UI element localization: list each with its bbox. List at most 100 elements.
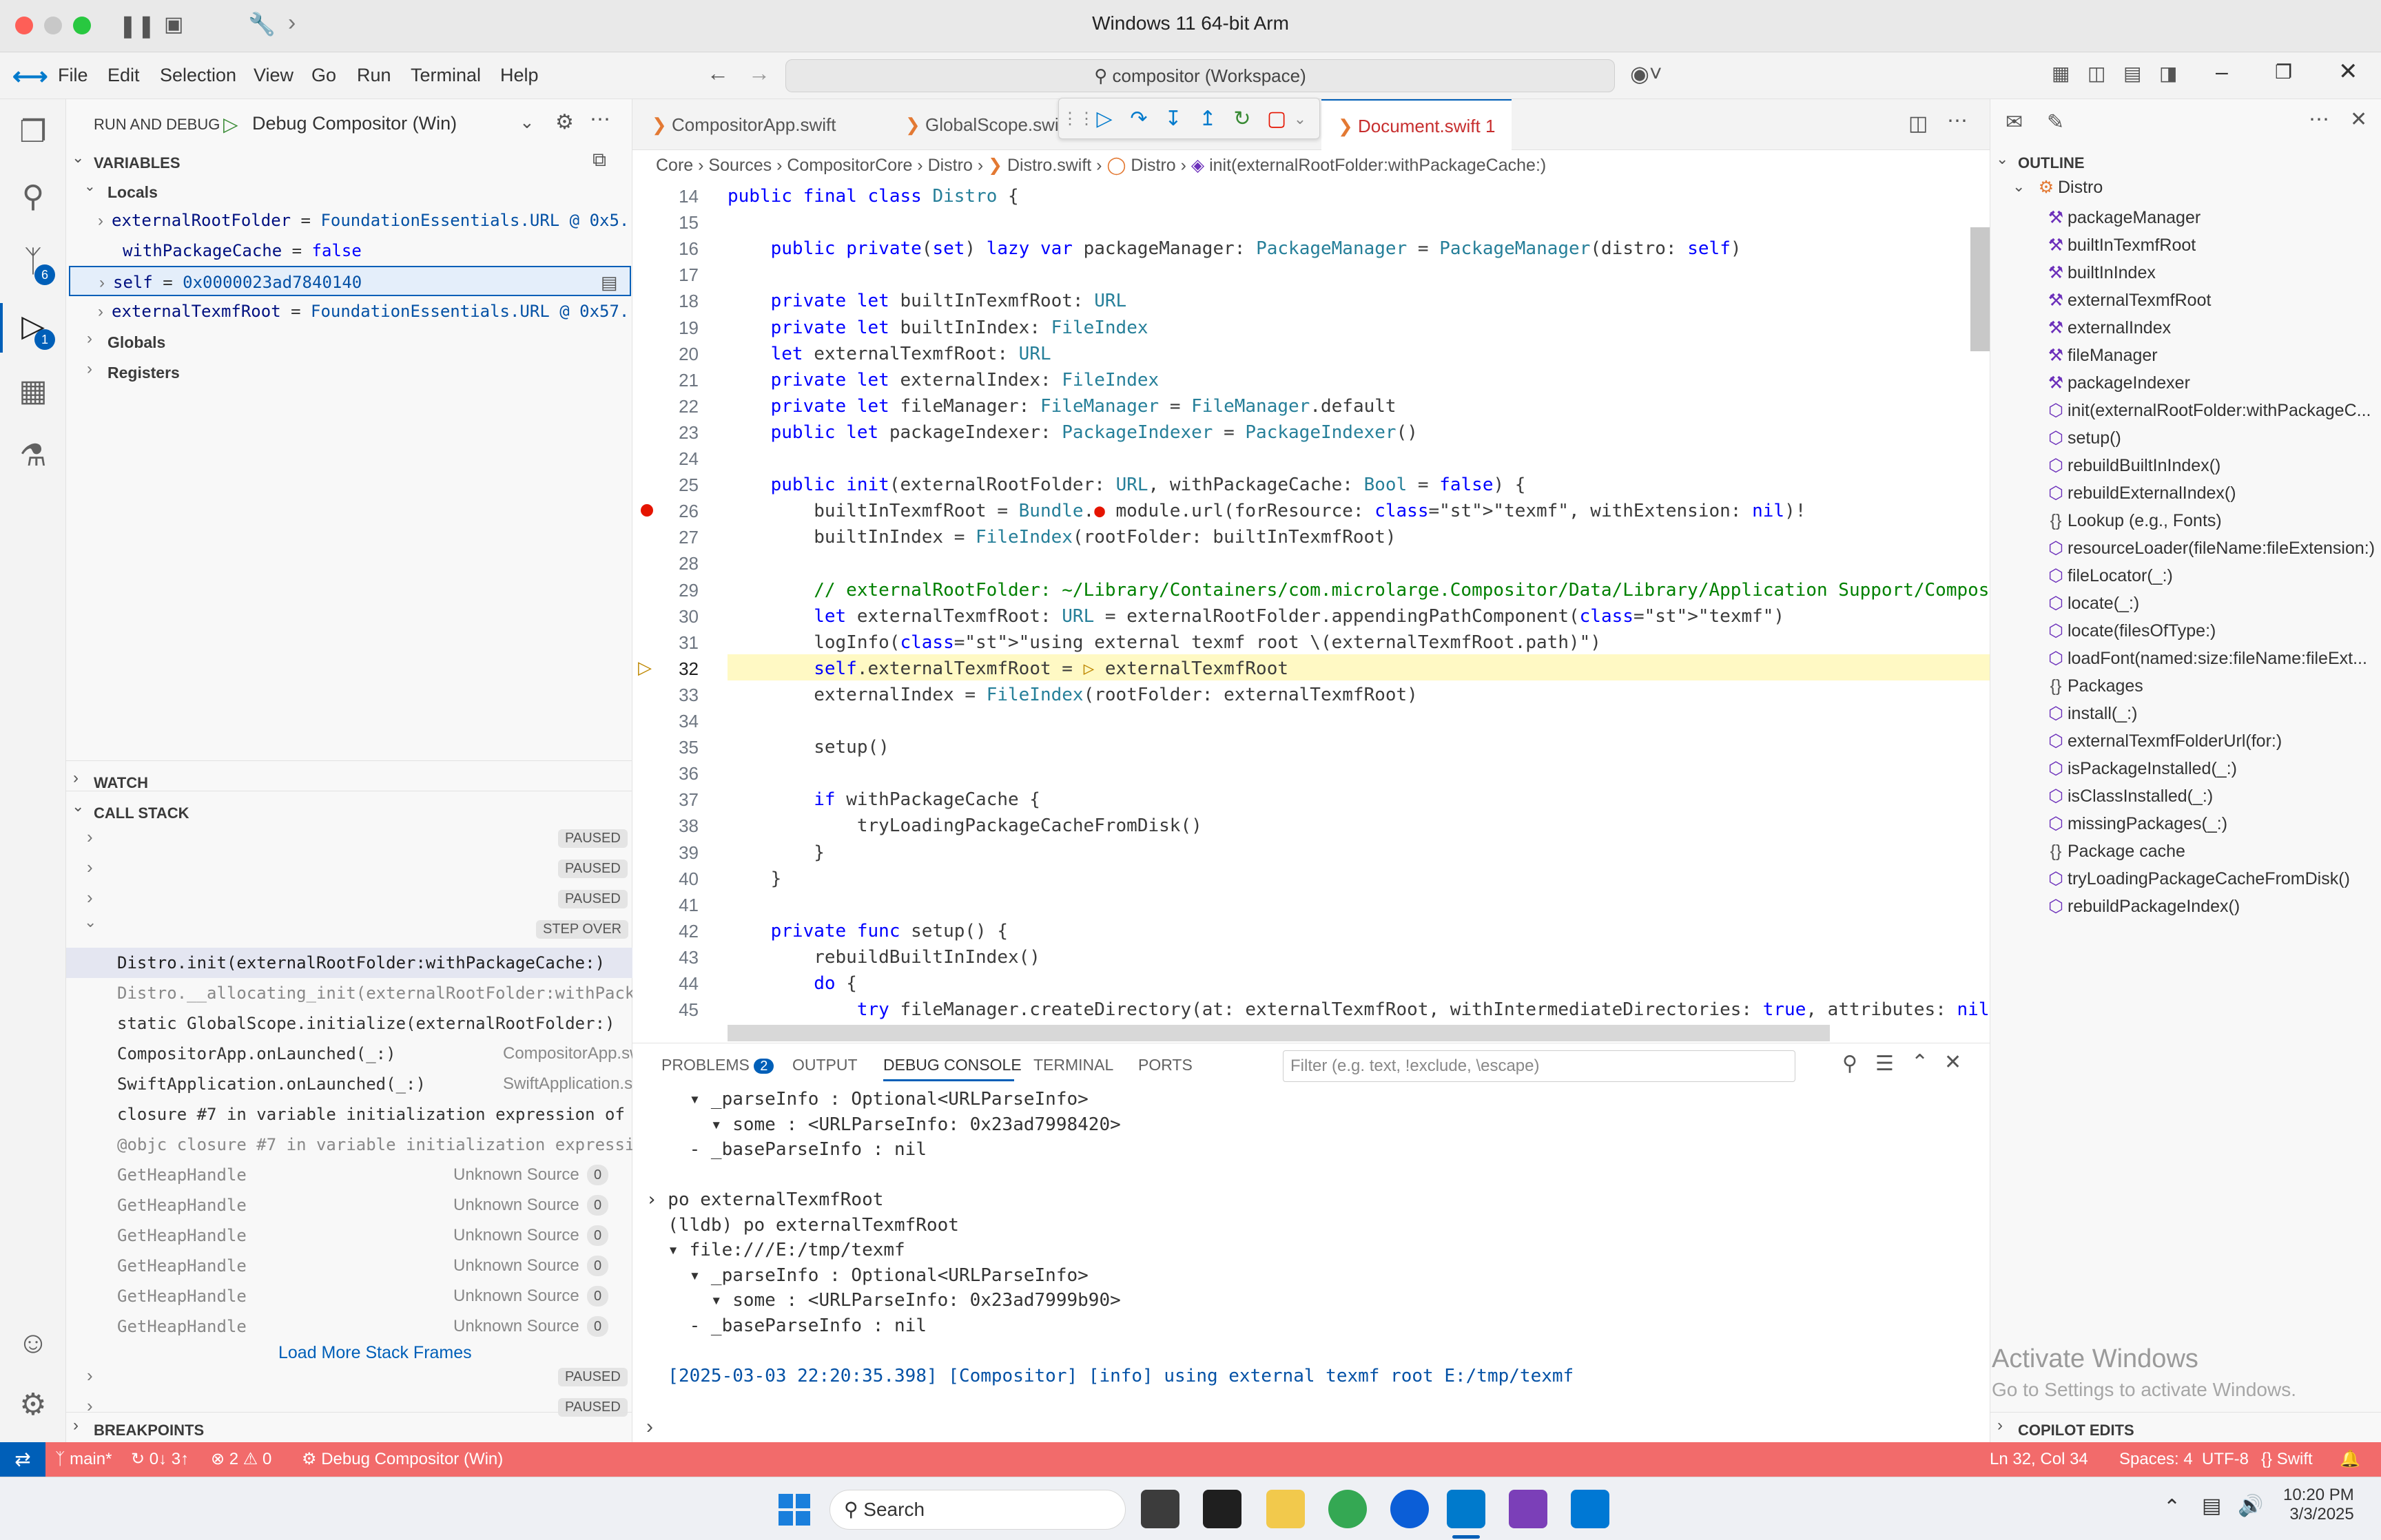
chevron-down-icon[interactable]: ⌄ bbox=[72, 798, 84, 815]
close-icon[interactable]: ✕ bbox=[2338, 58, 2358, 85]
stack-frame[interactable]: CompositorApp.onLaunched(_:) CompositorA… bbox=[117, 1039, 632, 1069]
stack-frame[interactable]: GetHeapHandle Unknown Source 0 bbox=[117, 1190, 632, 1220]
encoding[interactable]: UTF-8 bbox=[2202, 1442, 2249, 1477]
start-debugging-icon[interactable]: ▷ bbox=[223, 113, 238, 136]
stack-frame[interactable]: GetHeapHandle Unknown Source 0 bbox=[117, 1160, 632, 1190]
outline-item[interactable]: {} Packages bbox=[2044, 671, 2381, 701]
outline-item[interactable]: ⬡ missingPackages(_:) bbox=[2044, 809, 2381, 839]
breadcrumb-item[interactable]: CompositorCore bbox=[787, 156, 912, 175]
problems-indicator[interactable]: ⊗ 2 ⚠ 0 bbox=[211, 1442, 271, 1477]
outline-title[interactable]: OUTLINE bbox=[2018, 154, 2085, 172]
notifications-bell-icon[interactable]: 🔔 bbox=[2340, 1442, 2360, 1477]
chevron-down-icon[interactable]: ⌄ bbox=[2012, 178, 2025, 196]
breadcrumb-item[interactable]: Distro.swift bbox=[1007, 156, 1091, 175]
outline-item[interactable]: ⚒ externalIndex bbox=[2044, 313, 2381, 343]
outline-item[interactable]: ⚒ builtInTexmfRoot bbox=[2044, 230, 2381, 260]
vscode-app-icon[interactable] bbox=[1447, 1490, 1485, 1528]
stack-frame[interactable]: Distro.__allocating_init(externalRootFol… bbox=[117, 978, 632, 1008]
clock[interactable]: 10:20 PM 3/3/2025 bbox=[2283, 1486, 2354, 1524]
breadcrumb-item[interactable]: init(externalRootFolder:withPackageCache… bbox=[1209, 156, 1546, 175]
branch-indicator[interactable]: ᛉ main* bbox=[55, 1442, 112, 1477]
call-stack-section-title[interactable]: CALL STACK bbox=[94, 804, 189, 822]
toggle-panel-icon[interactable]: ▤ bbox=[2123, 62, 2141, 85]
outline-item[interactable]: ⬡ tryLoadingPackageCacheFromDisk() bbox=[2044, 864, 2381, 894]
forward-arrow-icon[interactable]: → bbox=[748, 61, 770, 86]
menu-selection[interactable]: Selection bbox=[160, 65, 236, 86]
outline-item[interactable]: ⬡ rebuildBuiltInIndex() bbox=[2044, 450, 2381, 481]
windows-start-icon[interactable] bbox=[779, 1494, 810, 1526]
collapse-all-icon[interactable]: ⧉ bbox=[592, 149, 606, 171]
outline-item[interactable]: ⬡ locate(filesOfType:) bbox=[2044, 616, 2381, 646]
outlook-icon[interactable] bbox=[1571, 1490, 1609, 1528]
code-line[interactable]: private let builtInIndex: FileIndex bbox=[728, 315, 1148, 341]
code-line[interactable]: do { bbox=[728, 970, 857, 997]
chevron-down-icon[interactable]: ⌄ bbox=[1286, 105, 1314, 133]
outline-item[interactable]: {} Lookup (e.g., Fonts) bbox=[2044, 506, 2381, 536]
minimize-icon[interactable]: – bbox=[2216, 59, 2228, 85]
chevron-right-icon[interactable]: › bbox=[73, 769, 79, 788]
code-line[interactable]: private let fileManager: FileManager = F… bbox=[728, 393, 1396, 419]
stack-frame[interactable]: GetHeapHandle Unknown Source 0 bbox=[117, 1220, 632, 1251]
more-actions-icon[interactable]: ⋯ bbox=[1947, 109, 1968, 133]
breadcrumb-item[interactable]: Distro bbox=[928, 156, 973, 175]
code-line[interactable]: externalIndex = FileIndex(rootFolder: ex… bbox=[728, 682, 1418, 708]
chevron-right-icon[interactable]: › bbox=[646, 1415, 653, 1439]
variable-row-selected[interactable]: › self = 0x0000023ad7840140 ▤ bbox=[69, 266, 631, 296]
outline-item[interactable]: ⬡ rebuildExternalIndex() bbox=[2044, 478, 2381, 508]
code-line[interactable]: let externalTexmfRoot: URL bbox=[728, 341, 1051, 367]
tab-debug-console[interactable]: DEBUG CONSOLE bbox=[883, 1056, 1022, 1074]
outline-root[interactable]: ⚙ Distro bbox=[2034, 172, 2103, 202]
breadcrumb-item[interactable]: Distro bbox=[1131, 156, 1175, 175]
outline-item[interactable]: ⬡ fileLocator(_:) bbox=[2044, 561, 2381, 591]
locals-scope[interactable]: Locals bbox=[107, 183, 158, 202]
code-line[interactable]: public let packageIndexer: PackageIndexe… bbox=[728, 419, 1418, 446]
remote-indicator-icon[interactable]: ⇄ bbox=[0, 1442, 45, 1477]
menu-edit[interactable]: Edit bbox=[107, 65, 140, 86]
step-into-icon[interactable]: ↧ bbox=[1159, 105, 1187, 133]
sync-indicator[interactable]: ↻ 0↓ 3↑ bbox=[131, 1442, 189, 1477]
tab-problems[interactable]: PROBLEMS 2 bbox=[661, 1056, 774, 1074]
explorer-icon[interactable]: ❐ bbox=[12, 112, 54, 153]
more-actions-icon[interactable]: ⋯ bbox=[2309, 107, 2329, 132]
tab-ports[interactable]: PORTS bbox=[1138, 1056, 1193, 1074]
tab-global-scope[interactable]: ❯ GlobalScope.swi bbox=[889, 99, 1075, 150]
code-line[interactable]: setup() bbox=[728, 734, 889, 760]
menu-run[interactable]: Run bbox=[357, 65, 391, 86]
continue-icon[interactable]: ▷ bbox=[1091, 105, 1118, 133]
code-line[interactable]: private let builtInTexmfRoot: URL bbox=[728, 288, 1127, 314]
outline-item[interactable]: ⚒ packageManager bbox=[2044, 202, 2381, 233]
tab-output[interactable]: OUTPUT bbox=[792, 1056, 858, 1074]
chevron-right-icon[interactable]: › bbox=[87, 826, 93, 848]
code-line[interactable]: tryLoadingPackageCacheFromDisk() bbox=[728, 813, 1202, 839]
stack-frame[interactable]: GetHeapHandle Unknown Source 0 bbox=[117, 1311, 632, 1342]
maps-app-icon[interactable] bbox=[1390, 1490, 1429, 1528]
stack-frame[interactable]: GetHeapHandle Unknown Source 0 bbox=[117, 1281, 632, 1311]
accounts-icon[interactable]: ☺ bbox=[12, 1322, 54, 1364]
chevron-right-icon[interactable]: › bbox=[87, 1365, 93, 1386]
code-line[interactable]: // externalRootFolder: ~/Library/Contain… bbox=[728, 577, 1990, 603]
outline-item[interactable]: ⬡ init(externalRootFolder:withPackageC... bbox=[2044, 395, 2381, 426]
code-line[interactable]: builtInIndex = FileIndex(rootFolder: bui… bbox=[728, 524, 1396, 550]
chrome-icon[interactable] bbox=[1328, 1490, 1367, 1528]
restart-icon[interactable]: ↻ bbox=[1228, 105, 1256, 133]
volume-icon[interactable]: 🔊 bbox=[2238, 1494, 2263, 1518]
code-line[interactable]: private func setup() { bbox=[728, 918, 1008, 944]
command-center-search[interactable]: ⚲ compositor (Workspace) bbox=[785, 59, 1615, 92]
outline-item[interactable]: ⬡ install(_:) bbox=[2044, 698, 2381, 729]
copilot-edits-title[interactable]: COPILOT EDITS bbox=[2018, 1422, 2134, 1439]
horizontal-scrollbar[interactable] bbox=[728, 1025, 1830, 1041]
code-line[interactable]: if withPackageCache { bbox=[728, 787, 1040, 813]
code-line[interactable]: logInfo(class="st">"using external texmf… bbox=[728, 629, 1601, 656]
close-panel-icon[interactable]: ✕ bbox=[1944, 1050, 1961, 1074]
language-mode[interactable]: {} Swift bbox=[2261, 1442, 2313, 1477]
file-explorer-icon[interactable] bbox=[1266, 1490, 1305, 1528]
code-editor[interactable]: 14 15 16 17 18 19 20 21 22 23 24 25 26 27 28 29 30 31 32 33… bbox=[632, 183, 1990, 1019]
code-line[interactable]: let externalTexmfRoot: URL = externalRoo… bbox=[728, 603, 1784, 629]
debug-config-select[interactable]: Debug Compositor (Win) bbox=[252, 113, 457, 134]
code-line[interactable]: self.externalTexmfRoot = ▷ externalTexmf… bbox=[728, 656, 1288, 682]
stack-frame[interactable]: static GlobalScope.initialize(externalRo… bbox=[117, 1008, 632, 1039]
outline-item[interactable]: ⬡ resourceLoader(fileName:fileExtension:) bbox=[2044, 533, 2381, 563]
globals-scope[interactable]: Globals bbox=[107, 333, 165, 352]
code-line[interactable]: } bbox=[728, 866, 782, 892]
gear-icon[interactable]: ⚙ bbox=[555, 110, 574, 134]
